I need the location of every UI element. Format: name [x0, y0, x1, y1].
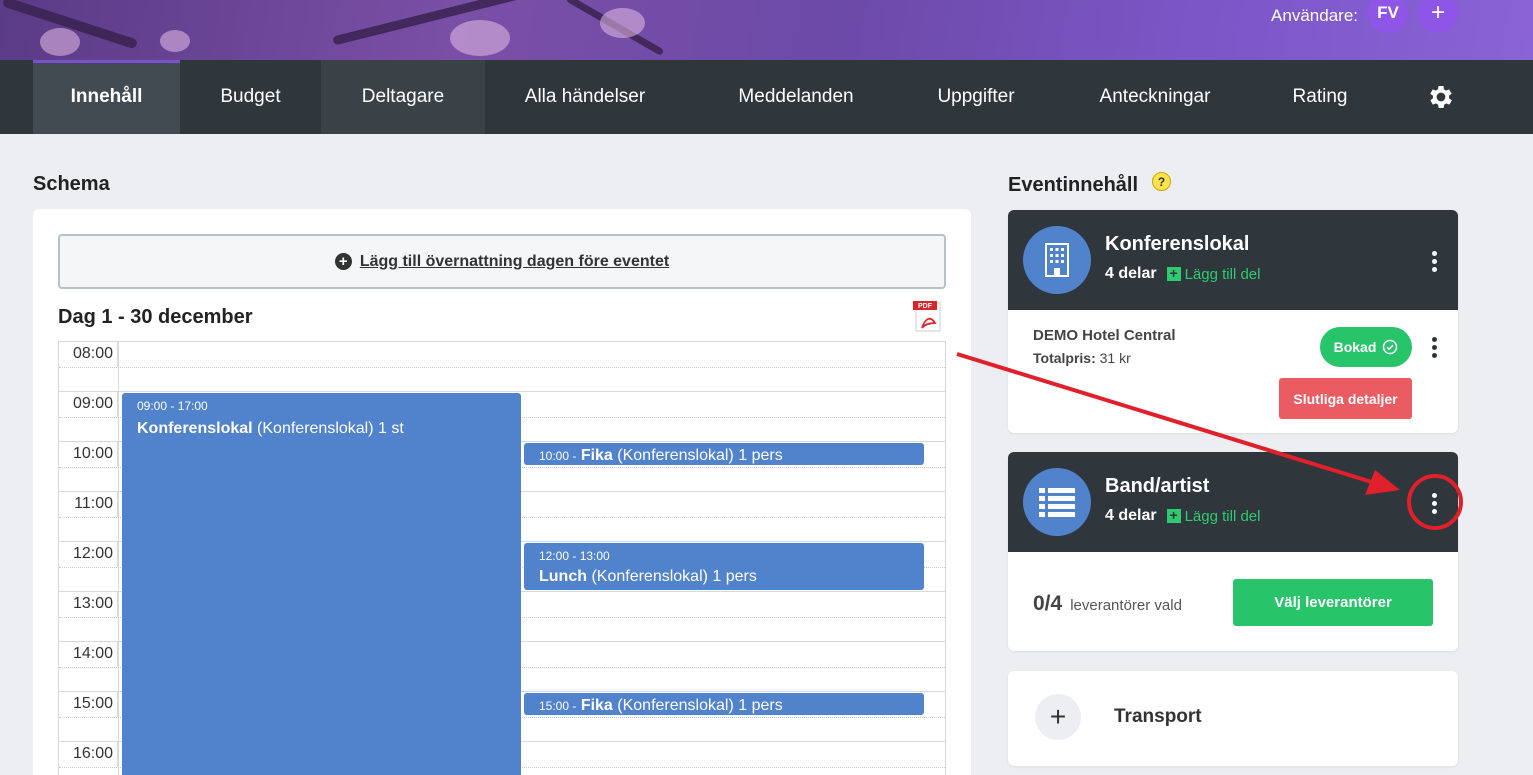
- add-overnight-button[interactable]: + Lägg till övernattning dagen före even…: [58, 234, 946, 289]
- event-detail: (Konferenslokal) 1 pers: [617, 447, 783, 464]
- parts-count: 4 delar: [1105, 507, 1157, 524]
- hour-label: 13:00: [59, 592, 118, 617]
- day-title: Dag 1 - 30 december: [58, 306, 253, 328]
- add-overnight-label: Lägg till övernattning dagen före evente…: [359, 252, 670, 270]
- event-detail: (Konferenslokal) 1 st: [257, 420, 404, 437]
- hour-label: 09:00: [59, 392, 118, 417]
- final-details-button[interactable]: Slutliga detaljer: [1279, 378, 1412, 419]
- tab-alla-handelser[interactable]: Alla händelser: [485, 60, 685, 134]
- help-icon[interactable]: ?: [1152, 172, 1171, 191]
- suppliers-count: 0/4: [1033, 592, 1063, 615]
- card-title: Konferenslokal: [1105, 233, 1250, 255]
- event-name: Fika: [580, 447, 613, 464]
- event-fika-afternoon[interactable]: 15:00 - Fika (Konferenslokal) 1 pers: [524, 693, 924, 715]
- hour-row: 08:00: [59, 342, 945, 392]
- schema-card: + Lägg till övernattning dagen före even…: [33, 209, 971, 775]
- user-area: Användare: FV +: [1271, 0, 1458, 33]
- card-konferenslokal: Konferenslokal 4 delar + Lägg till del DE…: [1008, 210, 1458, 433]
- hour-label: 12:00: [59, 542, 118, 567]
- card-header: Konferenslokal 4 delar + Lägg till del: [1008, 210, 1458, 310]
- plus-circle-icon: +: [334, 253, 352, 270]
- add-transport-icon[interactable]: +: [1035, 694, 1081, 740]
- plus-square-icon: +: [1166, 266, 1181, 281]
- gear-icon: [1430, 86, 1452, 108]
- hour-label: 08:00: [59, 342, 118, 367]
- suppliers-label: leverantörer vald: [1070, 597, 1182, 614]
- building-icon: [1023, 226, 1091, 294]
- pdf-icon[interactable]: PDF: [913, 301, 943, 333]
- hour-label: 16:00: [59, 742, 118, 767]
- event-name: Konferenslokal: [137, 420, 253, 437]
- suppliers-status: 0/4 leverantörer vald: [1033, 592, 1182, 616]
- parts-count: 4 delar: [1105, 265, 1157, 282]
- tab-anteckningar[interactable]: Anteckningar: [1076, 60, 1234, 134]
- add-part-link[interactable]: + Lägg till del: [1166, 507, 1261, 525]
- plus-square-icon: +: [1166, 508, 1181, 523]
- tab-innehall[interactable]: Innehåll: [33, 60, 180, 134]
- banner-blossom: [40, 28, 80, 56]
- user-avatar[interactable]: FV: [1368, 0, 1408, 33]
- user-label: Användare:: [1271, 6, 1358, 25]
- hour-label: 15:00: [59, 692, 118, 717]
- tab-deltagare[interactable]: Deltagare: [321, 60, 485, 134]
- hour-label: 10:00: [59, 442, 118, 467]
- choose-suppliers-button[interactable]: Välj leverantörer: [1233, 579, 1433, 626]
- schedule-grid: 08:00 09:00 10:00 11:00 12:00 13:00 14:0…: [58, 341, 946, 775]
- check-circle-icon: [1383, 339, 1398, 355]
- hotel-name: DEMO Hotel Central: [1033, 327, 1176, 344]
- main-nav: Innehåll Budget Deltagare Alla händelser…: [0, 60, 1533, 134]
- event-content-title: Eventinnehåll: [1008, 174, 1139, 196]
- card-header: Band/artist 4 delar + Lägg till del: [1008, 452, 1458, 552]
- event-time: 12:00 - 13:00: [539, 549, 610, 563]
- add-user-button[interactable]: +: [1418, 0, 1458, 33]
- card-band-artist: Band/artist 4 delar + Lägg till del 0/4 l…: [1008, 452, 1458, 651]
- booked-button[interactable]: Bokad: [1320, 327, 1412, 367]
- total-value: 31 kr: [1099, 350, 1131, 366]
- tab-rating[interactable]: Rating: [1270, 60, 1370, 134]
- banner-branch: [332, 0, 548, 46]
- total-label: Totalpris:: [1033, 350, 1096, 366]
- banner-blossom: [160, 30, 190, 52]
- event-time: 15:00 -: [539, 699, 577, 713]
- list-icon: [1023, 468, 1091, 536]
- event-lunch[interactable]: 12:00 - 13:00 Lunch (Konferenslokal) 1 p…: [524, 543, 924, 590]
- event-detail: (Konferenslokal) 1 pers: [591, 568, 757, 585]
- banner-blossom: [600, 8, 645, 38]
- pdf-label: PDF: [918, 303, 933, 310]
- hour-label: 14:00: [59, 642, 118, 667]
- hotel-more-options-icon[interactable]: [1429, 337, 1439, 358]
- add-part-link[interactable]: + Lägg till del: [1166, 265, 1261, 283]
- event-name: Lunch: [539, 568, 587, 585]
- add-part-label: Lägg till del: [1184, 507, 1261, 525]
- booked-label: Bokad: [1333, 339, 1377, 355]
- event-time: 10:00 -: [539, 449, 577, 463]
- tab-uppgifter[interactable]: Uppgifter: [906, 60, 1046, 134]
- event-detail: (Konferenslokal) 1 pers: [617, 697, 783, 714]
- total-price: Totalpris: 31 kr: [1033, 350, 1131, 366]
- card-transport[interactable]: + Transport: [1008, 671, 1458, 766]
- settings-button[interactable]: [1416, 60, 1466, 134]
- event-time: 09:00 - 17:00: [137, 399, 208, 413]
- banner-blossom: [450, 20, 510, 56]
- tab-meddelanden[interactable]: Meddelanden: [706, 60, 886, 134]
- more-options-icon[interactable]: [1429, 251, 1439, 272]
- tab-budget[interactable]: Budget: [180, 60, 321, 134]
- event-konferenslokal[interactable]: 09:00 - 17:00 Konferenslokal (Konferensl…: [122, 393, 521, 775]
- header-banner: Användare: FV +: [0, 0, 1533, 60]
- event-name: Fika: [580, 697, 613, 714]
- hour-label: 11:00: [59, 492, 118, 517]
- event-fika-morning[interactable]: 10:00 - Fika (Konferenslokal) 1 pers: [524, 443, 924, 465]
- more-options-icon[interactable]: [1429, 493, 1439, 514]
- add-part-label: Lägg till del: [1184, 265, 1261, 283]
- card-title: Band/artist: [1105, 475, 1210, 497]
- schema-title: Schema: [33, 173, 110, 195]
- card-title: Transport: [1114, 706, 1202, 727]
